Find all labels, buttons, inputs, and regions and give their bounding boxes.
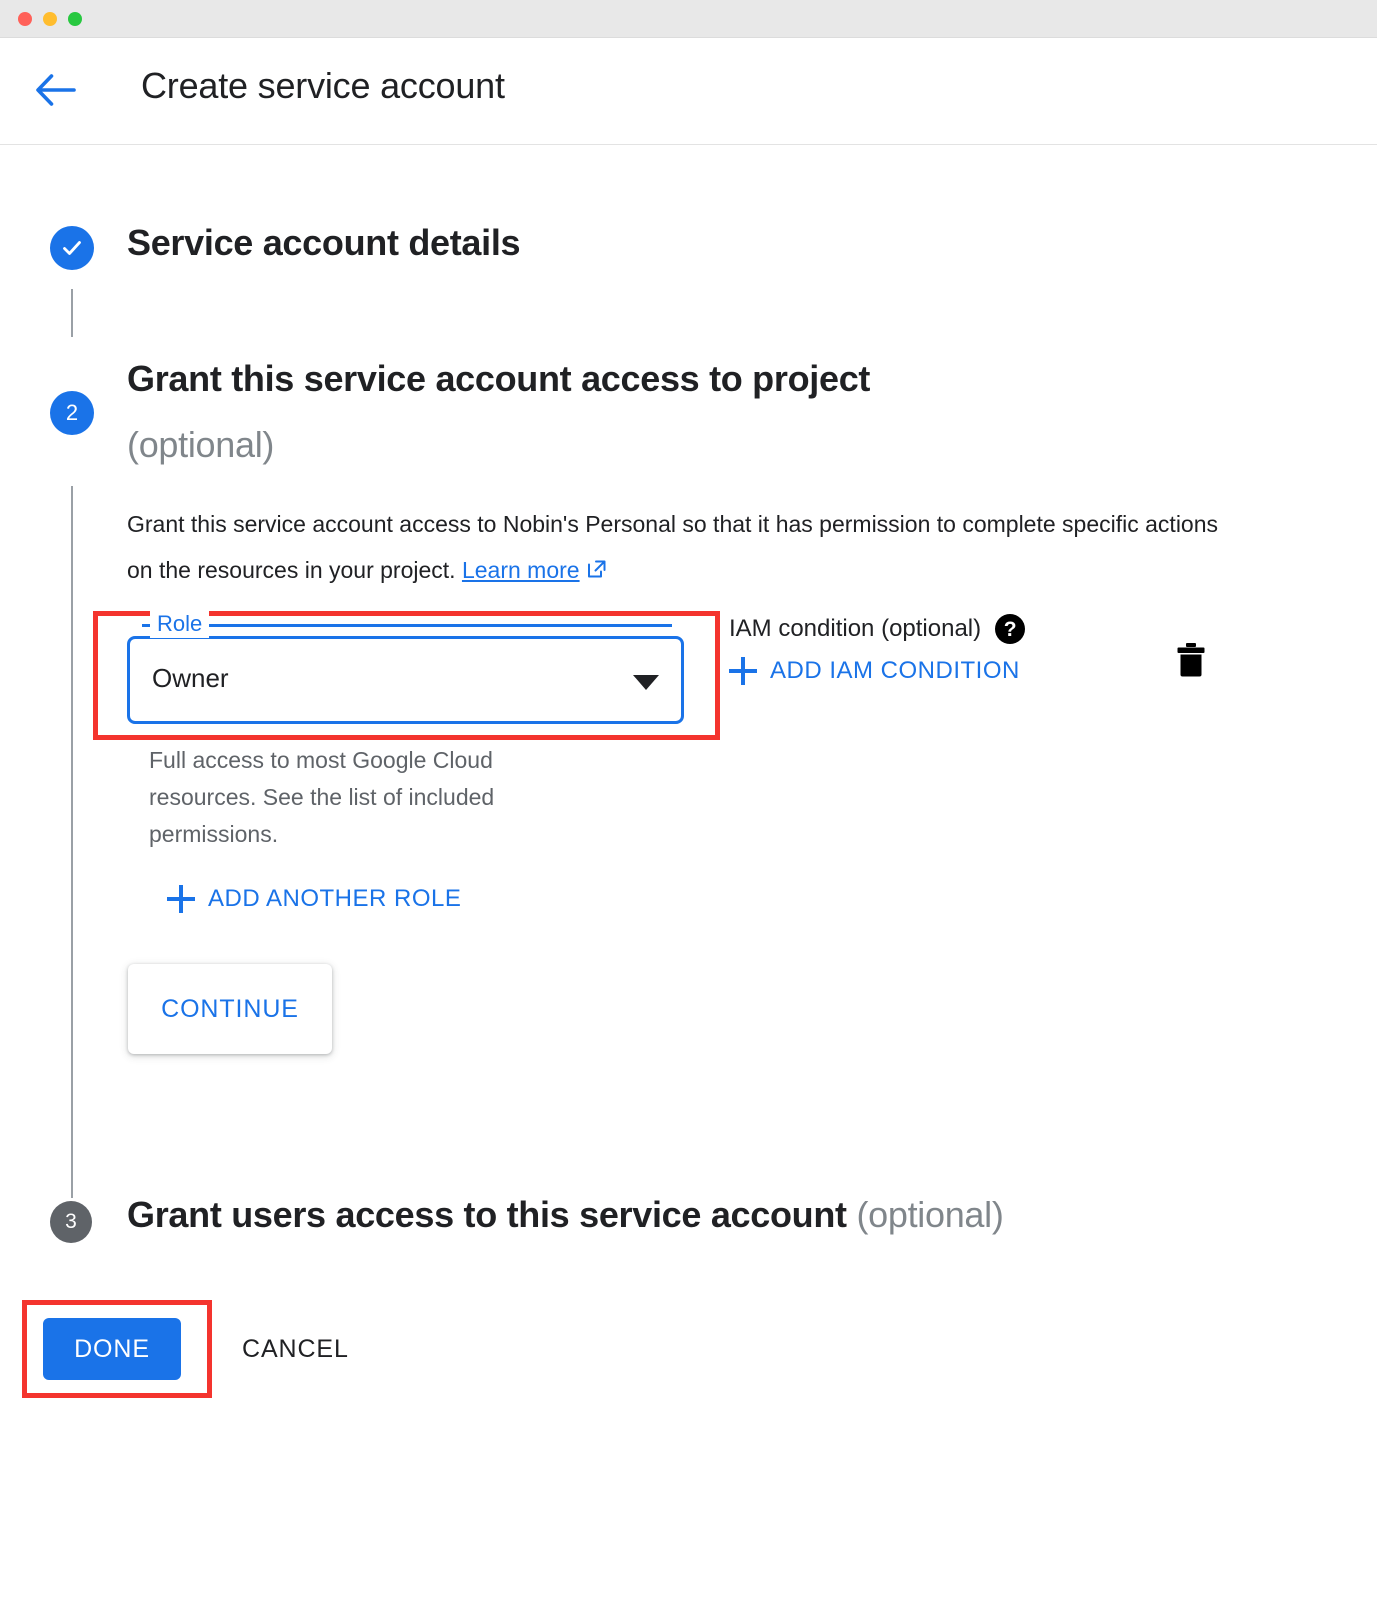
iam-condition-group: IAM condition (optional) ? ADD IAM CONDI… xyxy=(729,614,1149,690)
step-3-optional-tag: (optional) xyxy=(856,1194,1004,1235)
page-title: Create service account xyxy=(141,65,505,106)
iam-condition-label-row: IAM condition (optional) ? xyxy=(729,614,1149,644)
done-button[interactable]: DONE xyxy=(43,1318,181,1380)
minimize-window-button[interactable] xyxy=(43,12,57,26)
role-select-notch xyxy=(142,624,672,627)
zoom-window-button[interactable] xyxy=(68,12,82,26)
role-help-text: Full access to most Google Cloud resourc… xyxy=(149,747,495,847)
add-iam-condition-label: ADD IAM CONDITION xyxy=(770,657,1020,684)
step-2-number: 2 xyxy=(65,400,79,425)
step-2-optional-tag: (optional) xyxy=(127,424,275,465)
role-select-label: Role xyxy=(150,610,210,638)
chevron-down-icon[interactable] xyxy=(633,675,659,690)
delete-role-button[interactable] xyxy=(1167,636,1215,684)
external-link-icon[interactable] xyxy=(585,550,609,596)
step-3-title[interactable]: Grant users access to this service accou… xyxy=(127,1194,1004,1236)
role-select[interactable]: Role Owner xyxy=(127,610,684,724)
back-arrow-icon[interactable] xyxy=(34,68,78,112)
add-iam-condition-button[interactable]: ADD IAM CONDITION xyxy=(729,657,1020,685)
plus-icon xyxy=(729,657,757,685)
help-circle-icon[interactable]: ? xyxy=(995,614,1026,644)
window-titlebar xyxy=(0,0,1377,38)
step-2-description: Grant this service account access to Nob… xyxy=(127,501,1237,596)
role-row: Role Owner Full access to most Google Cl… xyxy=(93,610,1277,1054)
role-select-value: Owner xyxy=(152,663,229,693)
learn-more-link[interactable]: Learn more xyxy=(462,557,580,583)
step-3-indicator: 3 xyxy=(50,1201,92,1243)
step-1-indicator xyxy=(50,226,94,270)
stepper-connector-1 xyxy=(71,289,73,337)
step-2-indicator: 2 xyxy=(50,391,94,435)
step-2-title-text: Grant this service account access to pro… xyxy=(127,358,871,399)
step-1-title: Service account details xyxy=(127,222,521,263)
step-2-body: Grant this service account access to Nob… xyxy=(93,501,1277,1054)
cancel-button[interactable]: CANCEL xyxy=(234,1318,357,1380)
trash-icon xyxy=(1177,643,1205,677)
step-2-description-text: Grant this service account access to Nob… xyxy=(127,511,1219,583)
add-another-role-label: ADD ANOTHER ROLE xyxy=(208,885,462,912)
stepper-connector-2 xyxy=(71,486,73,1198)
step-2-title: Grant this service account access to pro… xyxy=(127,346,1277,478)
iam-condition-label: IAM condition (optional) xyxy=(729,615,982,642)
continue-button[interactable]: CONTINUE xyxy=(128,964,332,1054)
add-another-role-button[interactable]: ADD ANOTHER ROLE xyxy=(167,885,461,913)
step-3-number: 3 xyxy=(65,1210,77,1233)
plus-icon xyxy=(167,885,195,913)
page-header: Create service account xyxy=(0,38,1377,145)
step-3-title-text: Grant users access to this service accou… xyxy=(127,1194,847,1235)
traffic-light-buttons xyxy=(18,12,82,26)
close-window-button[interactable] xyxy=(18,12,32,26)
check-icon xyxy=(63,241,81,255)
continue-button-label: CONTINUE xyxy=(161,994,299,1023)
